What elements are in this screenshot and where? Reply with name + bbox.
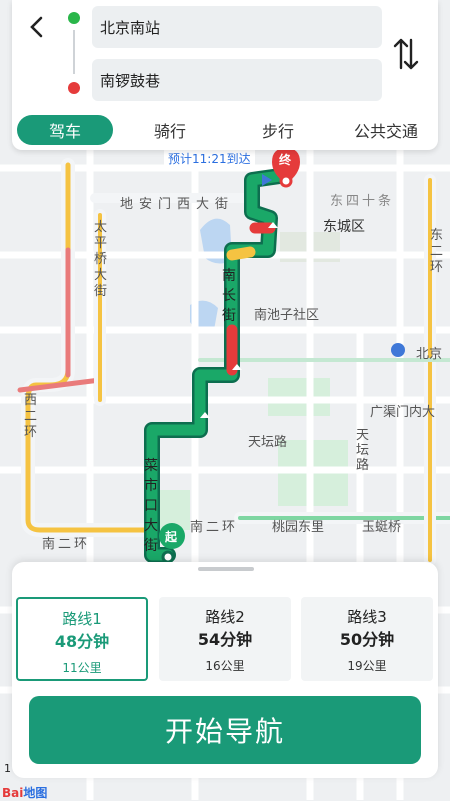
swap-arrows-icon	[393, 38, 419, 70]
route-distance: 16公里	[205, 659, 245, 673]
map-label-nanerhuan-left: 南二环	[42, 537, 91, 552]
map-label-nanchang: 南长街	[222, 268, 236, 324]
map-label-nanchizi: 南池子社区	[254, 308, 320, 323]
route-name: 路线2	[205, 608, 245, 626]
route-name: 路线1	[62, 610, 102, 628]
map-label-dongerhuan: 东二环	[430, 228, 444, 275]
map-label-yutingqiao: 玉蜓桥	[362, 520, 402, 535]
chevron-left-icon	[30, 16, 43, 38]
start-marker-label: 起	[165, 530, 178, 544]
logo-bai: Bai	[2, 786, 24, 800]
end-point-dot-icon	[68, 82, 80, 94]
start-point-dot-icon	[68, 12, 80, 24]
tab-cycling[interactable]: 骑行	[122, 115, 218, 145]
route-option-1[interactable]: 路线1 48分钟 11公里	[16, 597, 148, 681]
map-label-beijing: 北京	[416, 347, 443, 362]
route-time: 50分钟	[339, 630, 395, 649]
end-location-field[interactable]: 南锣鼓巷	[92, 59, 382, 101]
map-label-taoyuan: 桃园东里	[272, 520, 325, 535]
eta-label: 预计11:21到达	[164, 150, 255, 167]
map-label-taipingqiao: 太平桥大街	[94, 220, 108, 299]
route-option-3[interactable]: 路线3 50分钟 19公里	[301, 597, 433, 681]
start-location-field[interactable]: 北京南站	[92, 6, 382, 48]
route-name: 路线3	[347, 608, 387, 626]
map-label-tiantanlu2: 天坛路	[356, 428, 370, 473]
tab-walking[interactable]: 步行	[230, 115, 326, 145]
route-connector-line	[73, 30, 75, 74]
map-label-caishikou: 菜市口大街	[144, 458, 158, 554]
transport-mode-tabs: 驾车 骑行 步行 公共交通	[12, 108, 438, 150]
route-options-panel: 路线1 48分钟 11公里 路线2 54分钟 16公里 路线3 50分钟 19公…	[12, 562, 438, 778]
map-label-tiantanlu: 天坛路	[248, 435, 288, 450]
drag-handle[interactable]	[198, 567, 254, 571]
tab-public-transit[interactable]: 公共交通	[334, 115, 438, 145]
route-distance: 19公里	[347, 659, 387, 673]
map-label-xierhuan: 西二环	[24, 393, 38, 440]
end-marker-label: 终	[279, 153, 292, 167]
baidu-map-logo: Bai地图	[2, 784, 47, 801]
map-label-guangqumen: 广渠门内大	[370, 405, 436, 420]
tab-driving[interactable]: 驾车	[17, 115, 113, 145]
map-label-dongcheng: 东城区	[323, 219, 365, 235]
map-scale: 1	[4, 762, 11, 775]
route-time: 54分钟	[197, 630, 253, 649]
map-label-dianmen: 地安门西大街	[120, 197, 235, 212]
route-distance: 11公里	[62, 661, 102, 675]
map-label-dongsishitiao: 东四十条	[330, 194, 395, 209]
logo-du: 地图	[23, 786, 48, 800]
back-button[interactable]	[22, 12, 52, 42]
route-time: 48分钟	[54, 632, 110, 651]
start-navigation-button[interactable]: 开始导航	[29, 696, 421, 764]
swap-locations-button[interactable]	[392, 36, 420, 72]
map-label-nanerhuan: 南二环	[190, 520, 239, 535]
route-option-2[interactable]: 路线2 54分钟 16公里	[159, 597, 291, 681]
